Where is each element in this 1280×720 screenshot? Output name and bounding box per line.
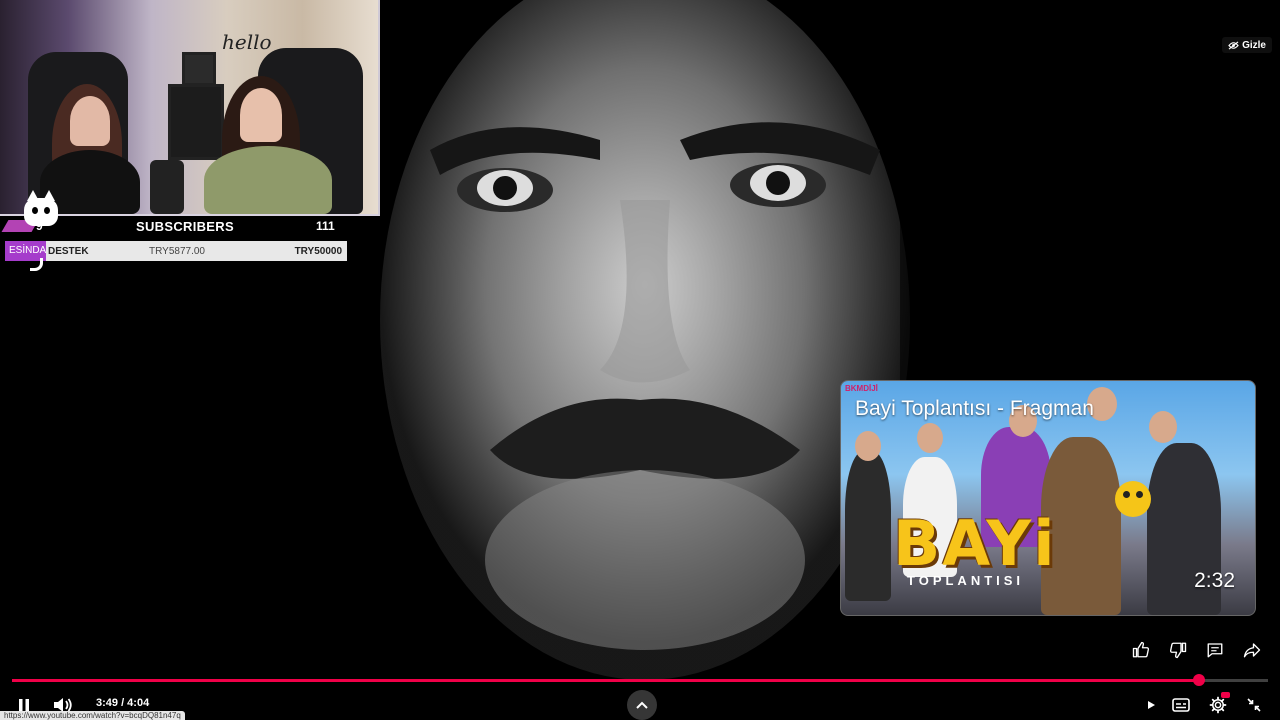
collapse-icon (1247, 698, 1261, 712)
settings-button[interactable] (1207, 692, 1230, 716)
emoji-sticker (1115, 481, 1151, 517)
progress-played (12, 679, 1199, 682)
status-bar-url: https://www.youtube.com/watch?v=bcqDQ81n… (0, 711, 185, 720)
donation-goal: TRY50000 (294, 246, 342, 257)
suggested-video-title[interactable]: Bayi Toplantısı - Fragman (855, 397, 1094, 421)
comments-button[interactable] (1203, 640, 1227, 660)
share-icon (1243, 643, 1261, 658)
chevron-up-icon (636, 701, 648, 709)
gear-icon (1209, 696, 1227, 714)
person-left-face (70, 96, 110, 146)
play-icon (1148, 701, 1155, 709)
like-button[interactable] (1129, 640, 1153, 660)
suggested-video-duration: 2:32 (1194, 569, 1235, 592)
video-actions (1129, 640, 1264, 660)
donation-goal-bar: ESİNDA DESTEK TRY5877.00 TRY50000 (5, 241, 347, 261)
eye-off-icon (1228, 40, 1239, 50)
movie-logo-subtitle: TOPLANTISI (907, 573, 1025, 588)
pause-icon (19, 699, 29, 711)
webcam-overlay: hello (0, 0, 380, 216)
expand-up-button[interactable] (627, 690, 657, 720)
subtitles-button[interactable] (1171, 695, 1191, 715)
donation-label: DESTEK (48, 246, 89, 257)
comment-icon (1207, 643, 1223, 658)
thumbs-up-icon (1132, 641, 1150, 658)
small-frame (182, 52, 216, 86)
hello-wall-text: hello (222, 30, 272, 54)
subscriber-count-right: 111 (316, 219, 335, 233)
thumbs-down-icon (1169, 642, 1187, 659)
person-right-body (204, 146, 332, 214)
microphone (150, 160, 184, 214)
subscriber-bar: 9 SUBSCRIBERS 111 (0, 216, 348, 238)
subscriber-count-left: 9 (36, 219, 43, 233)
movie-logo: BAYi (893, 507, 1057, 580)
autoplay-toggle[interactable] (1142, 696, 1160, 714)
subtitles-icon (1172, 698, 1190, 712)
player-controls: 3:49 / 4:04 (0, 690, 1280, 720)
progress-bar[interactable] (12, 674, 1268, 686)
donation-amount: TRY5877.00 (149, 246, 205, 257)
hd-badge (1221, 692, 1230, 698)
time-display: 3:49 / 4:04 (96, 697, 150, 709)
subscriber-title: SUBSCRIBERS (136, 219, 234, 234)
hide-overlay-button[interactable]: Gizle (1222, 37, 1272, 53)
person-right-face (240, 88, 282, 142)
suggested-video-card[interactable]: BKMDİJİ Bayi Toplantısı - Fragman BAYi T… (840, 380, 1256, 616)
dislike-button[interactable] (1166, 640, 1190, 660)
cat-painting (168, 84, 224, 160)
channel-label: BKMDİJİ (845, 384, 878, 393)
cast-member-1 (845, 451, 891, 601)
exit-fullscreen-button[interactable] (1244, 695, 1264, 715)
progress-scrubber[interactable] (1192, 674, 1205, 686)
share-button[interactable] (1240, 640, 1264, 660)
hide-overlay-label: Gizle (1242, 39, 1266, 51)
